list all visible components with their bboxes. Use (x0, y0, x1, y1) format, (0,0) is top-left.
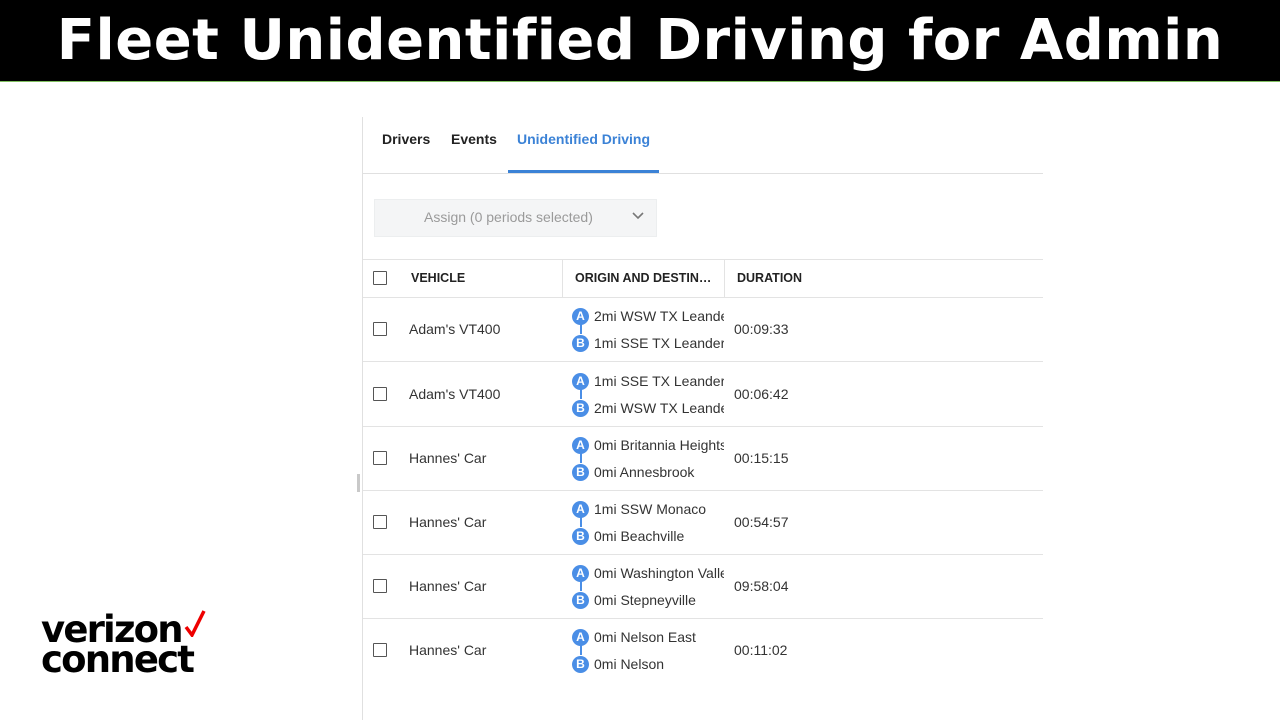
logo-text-connect: connect (41, 638, 195, 681)
destination-location: 0mi Nelson (594, 656, 665, 672)
destination-location: 0mi Beachville (594, 528, 685, 544)
vehicle-name: Adam's VT400 (409, 386, 501, 402)
origin-pin-icon: A (572, 501, 589, 518)
destination-pin-icon: B (572, 400, 589, 417)
vehicle-name: Hannes' Car (409, 450, 487, 466)
destination-location: 1mi SSE TX Leander (594, 335, 724, 351)
origin-location: 0mi Nelson East (594, 629, 696, 645)
row-checkbox[interactable] (373, 387, 387, 401)
duration-value: 00:54:57 (734, 514, 789, 530)
vehicle-name: Adam's VT400 (409, 321, 501, 337)
duration-value: 00:15:15 (734, 450, 789, 466)
origin-location: 0mi Britannia Heights (594, 437, 724, 453)
origin-pin-icon: A (572, 629, 589, 646)
table-row[interactable]: Adam's VT400 A B 1mi SSE TX Leander 2mi … (363, 362, 1043, 427)
route-cell: A B 1mi SSW Monaco 0mi Beachville (572, 490, 724, 554)
origin-location: 0mi Washington Valley (594, 565, 724, 581)
destination-pin-icon: B (572, 592, 589, 609)
row-checkbox[interactable] (373, 451, 387, 465)
tab-bar: Drivers Events Unidentified Driving (363, 117, 1043, 174)
checkmark-icon (184, 610, 206, 637)
table-row[interactable]: Adam's VT400 A B 2mi WSW TX Leander 1mi … (363, 297, 1043, 362)
column-header-origin-destination[interactable]: ORIGIN AND DESTIN… (575, 260, 711, 297)
origin-pin-icon: A (572, 565, 589, 582)
origin-location: 2mi WSW TX Leander (594, 308, 724, 324)
column-divider[interactable] (724, 260, 725, 297)
tab-drivers[interactable]: Drivers (382, 117, 430, 173)
tab-events[interactable]: Events (451, 117, 497, 173)
table-header: VEHICLE ORIGIN AND DESTIN… DURATION (363, 259, 1043, 298)
destination-pin-icon: B (572, 464, 589, 481)
origin-pin-icon: A (572, 373, 589, 390)
duration-value: 00:09:33 (734, 321, 789, 337)
assign-dropdown[interactable]: Assign (0 periods selected) (374, 199, 657, 237)
row-checkbox[interactable] (373, 322, 387, 336)
chevron-down-icon (632, 212, 644, 220)
route-cell: A B 0mi Washington Valley 0mi Stepneyvil… (572, 554, 724, 618)
destination-pin-icon: B (572, 335, 589, 352)
verizon-connect-logo: verizon connect (40, 610, 210, 682)
row-checkbox[interactable] (373, 579, 387, 593)
route-connector (580, 581, 582, 591)
table-row[interactable]: Hannes' Car A B 1mi SSW Monaco 0mi Beach… (363, 490, 1043, 555)
row-checkbox[interactable] (373, 643, 387, 657)
origin-pin-icon: A (572, 308, 589, 325)
row-checkbox[interactable] (373, 515, 387, 529)
select-all-checkbox[interactable] (373, 271, 387, 285)
destination-pin-icon: B (572, 656, 589, 673)
route-cell: A B 0mi Nelson East 0mi Nelson (572, 618, 724, 682)
banner-title: Fleet Unidentified Driving for Admin (56, 8, 1224, 73)
column-header-vehicle[interactable]: VEHICLE (411, 260, 465, 297)
route-connector (580, 645, 582, 655)
route-cell: A B 0mi Britannia Heights 0mi Annesbrook (572, 426, 724, 490)
panel-resize-handle[interactable] (357, 474, 360, 492)
destination-location: 2mi WSW TX Leander (594, 400, 724, 416)
column-header-duration[interactable]: DURATION (737, 260, 802, 297)
unidentified-driving-panel: Drivers Events Unidentified Driving Assi… (362, 117, 1043, 720)
column-divider[interactable] (562, 260, 563, 297)
route-cell: A B 2mi WSW TX Leander 1mi SSE TX Leande… (572, 297, 724, 361)
route-connector (580, 517, 582, 527)
origin-pin-icon: A (572, 437, 589, 454)
title-banner: Fleet Unidentified Driving for Admin (0, 0, 1280, 82)
table-row[interactable]: Hannes' Car A B 0mi Nelson East 0mi Nels… (363, 618, 1043, 682)
table-row[interactable]: Hannes' Car A B 0mi Washington Valley 0m… (363, 554, 1043, 619)
destination-pin-icon: B (572, 528, 589, 545)
vehicle-name: Hannes' Car (409, 642, 487, 658)
route-connector (580, 453, 582, 463)
tab-unidentified-driving[interactable]: Unidentified Driving (508, 117, 659, 173)
vehicle-name: Hannes' Car (409, 514, 487, 530)
destination-location: 0mi Stepneyville (594, 592, 696, 608)
route-connector (580, 389, 582, 399)
duration-value: 09:58:04 (734, 578, 789, 594)
assign-dropdown-label: Assign (0 periods selected) (424, 209, 593, 225)
route-cell: A B 1mi SSE TX Leander 2mi WSW TX Leande… (572, 362, 724, 426)
destination-location: 0mi Annesbrook (594, 464, 695, 480)
duration-value: 00:11:02 (734, 642, 788, 658)
duration-value: 00:06:42 (734, 386, 789, 402)
vehicle-name: Hannes' Car (409, 578, 487, 594)
route-connector (580, 324, 582, 334)
origin-location: 1mi SSW Monaco (594, 501, 707, 517)
origin-location: 1mi SSE TX Leander (594, 373, 724, 389)
table-row[interactable]: Hannes' Car A B 0mi Britannia Heights 0m… (363, 426, 1043, 491)
